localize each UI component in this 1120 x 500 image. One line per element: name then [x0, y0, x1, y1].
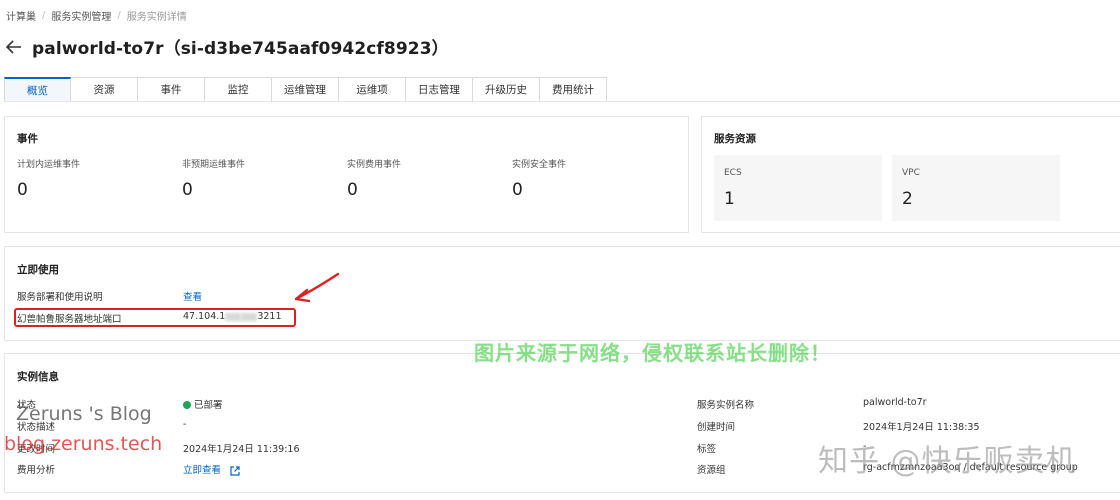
breadcrumb-separator: / — [42, 10, 46, 21]
blog-url-watermark: blog.zeruns.tech — [4, 433, 163, 455]
events-title: 事件 — [17, 133, 38, 145]
instance-info-title: 实例信息 — [17, 371, 59, 383]
status-desc-value: - — [183, 419, 187, 430]
annotation-arrow-icon — [294, 272, 340, 303]
tab-divider — [4, 101, 1120, 102]
stat-planned-ops: 计划内运维事件 0 — [17, 157, 80, 200]
cost-analysis-link[interactable]: 立即查看 — [183, 462, 240, 476]
breadcrumb-item-current: 服务实例详情 — [126, 12, 187, 23]
stat-billing-events: 实例费用事件 0 — [347, 157, 401, 200]
cost-analysis-link-text: 立即查看 — [183, 465, 222, 476]
title-row: palworld-to7r（si-d3be745aaf0942cf8923） — [6, 34, 449, 59]
instance-name-value: palworld-to7r — [863, 397, 927, 408]
instance-name-label: 服务实例名称 — [697, 400, 755, 411]
status-value: 已部署 — [194, 400, 223, 411]
tab-log-management[interactable]: 日志管理 — [406, 77, 473, 102]
zhihu-watermark: 知乎 @快乐贩卖机 — [818, 444, 1077, 479]
use-now-title: 立即使用 — [17, 264, 59, 276]
tab-ops-items[interactable]: 运维项 — [339, 77, 406, 102]
check-circle-icon — [183, 400, 191, 409]
breadcrumb-separator: / — [117, 10, 121, 21]
redacted-block — [241, 312, 258, 321]
stat-label: 实例安全事件 — [512, 160, 567, 170]
stat-label: 非预期运维事件 — [182, 160, 246, 170]
resource-group-label: 资源组 — [697, 465, 726, 476]
tags-label: 标签 — [697, 444, 717, 455]
blog-name-watermark: Zeruns 's Blog — [16, 403, 152, 425]
breadcrumb-item-instance-management[interactable]: 服务实例管理 — [51, 8, 111, 23]
resource-ecs[interactable]: ECS 1 — [714, 155, 882, 221]
redacted-block — [225, 312, 242, 321]
stat-label: 实例费用事件 — [347, 160, 402, 170]
resource-vpc[interactable]: VPC 2 — [892, 155, 1060, 221]
stat-value[interactable]: 0 — [512, 180, 566, 200]
tab-overview[interactable]: 概览 — [4, 77, 71, 102]
resource-label: VPC — [902, 168, 920, 178]
breadcrumb: 计算巢 / 服务实例管理 / 服务实例详情 — [6, 8, 187, 23]
events-card: 事件 计划内运维事件 0 非预期运维事件 0 实例费用事件 0 实例安全事件 0 — [4, 116, 689, 233]
deploy-guide-label: 服务部署和使用说明 — [17, 292, 103, 303]
server-address-prefix: 47.104.1 — [183, 311, 226, 322]
page-title: palworld-to7r（si-d3be745aaf0942cf8923） — [32, 39, 449, 59]
stat-value[interactable]: 0 — [182, 180, 245, 200]
server-address-label: 幻兽帕鲁服务器地址端口 — [17, 314, 122, 325]
resource-label: ECS — [724, 168, 742, 178]
service-resources-title: 服务资源 — [714, 133, 756, 145]
status-badge: 已部署 — [183, 397, 223, 411]
stat-security-events: 实例安全事件 0 — [512, 157, 566, 200]
resource-count: 2 — [902, 189, 913, 209]
stat-value[interactable]: 0 — [17, 180, 80, 200]
tab-billing-stats[interactable]: 费用统计 — [540, 77, 607, 102]
back-arrow-icon[interactable] — [6, 37, 22, 57]
tab-upgrade-history[interactable]: 升级历史 — [473, 77, 540, 102]
server-address-suffix: 3211 — [257, 311, 282, 322]
tab-ops-management[interactable]: 运维管理 — [272, 77, 339, 102]
copyright-notice-watermark: 图片来源于网络，侵权联系站长删除！ — [474, 341, 831, 365]
cost-analysis-label: 费用分析 — [17, 465, 56, 476]
resource-count: 1 — [724, 189, 735, 209]
use-now-card: 立即使用 服务部署和使用说明 查看 幻兽帕鲁服务器地址端口 47.104.1 32… — [4, 246, 1120, 341]
stat-label: 计划内运维事件 — [17, 160, 81, 170]
external-link-icon — [230, 465, 240, 476]
breadcrumb-item-compute-nest[interactable]: 计算巢 — [6, 8, 36, 23]
service-resources-card: 服务资源 ECS 1 VPC 2 — [701, 116, 1120, 233]
tab-bar: 概览 资源 事件 监控 运维管理 运维项 日志管理 升级历史 费用统计 — [4, 77, 607, 102]
deploy-guide-link[interactable]: 查看 — [183, 289, 202, 303]
tab-events[interactable]: 事件 — [138, 77, 205, 102]
tab-monitoring[interactable]: 监控 — [205, 77, 272, 102]
server-address-value[interactable]: 47.104.1 3211 — [183, 311, 282, 322]
modified-time-value: 2024年1月24日 11:39:16 — [183, 444, 300, 455]
stat-value[interactable]: 0 — [347, 180, 401, 200]
created-time-label: 创建时间 — [697, 422, 736, 433]
created-time-value: 2024年1月24日 11:38:35 — [863, 422, 980, 433]
tab-resources[interactable]: 资源 — [71, 77, 138, 102]
stat-unexpected-ops: 非预期运维事件 0 — [182, 157, 245, 200]
